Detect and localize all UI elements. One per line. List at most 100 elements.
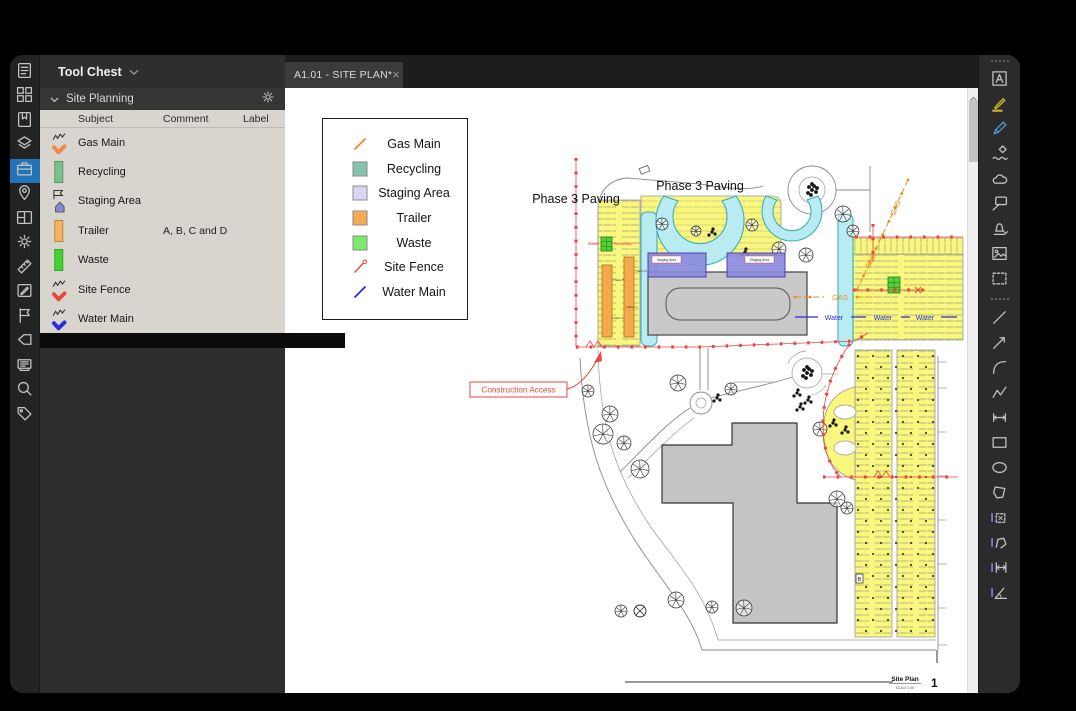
column-subject: Subject: [78, 113, 163, 125]
sidebar-item-tag[interactable]: [10, 407, 40, 424]
cloud-icon: [991, 170, 1008, 192]
legend-label: Trailer: [375, 211, 453, 225]
svg-text:GAS: GAS: [832, 293, 848, 302]
svg-text:Staging Area: Staging Area: [750, 258, 770, 262]
section-label: Site Planning: [66, 93, 254, 105]
legend-row-recycling: Recycling: [323, 157, 467, 182]
phase3-label-right[interactable]: Phase 3 Paving: [656, 179, 744, 193]
tool-stamp-button[interactable]: [988, 222, 1012, 239]
tab-site-plan[interactable]: A1.01 - SITE PLAN* ×: [285, 62, 403, 88]
legend-label: Staging Area: [375, 186, 453, 200]
sidebar-item-settings[interactable]: [10, 236, 40, 253]
svg-text:Water: Water: [874, 315, 893, 322]
tool-eraser-squiggle-button[interactable]: [988, 147, 1012, 164]
tool-measure-area-button[interactable]: [988, 511, 1012, 528]
tool-highlighter-button[interactable]: [988, 97, 1012, 114]
legend-row-site-fence: Site Fence: [323, 255, 467, 280]
tool-chest-icon: [16, 160, 33, 182]
sidebar-item-tag-back[interactable]: [10, 334, 40, 351]
legend-swatch: [345, 135, 375, 153]
tool-measure-perimeter-button[interactable]: [988, 536, 1012, 553]
svg-text:Site Plan: Site Plan: [891, 676, 918, 683]
tag-icon: [16, 405, 33, 427]
toolbar-handle[interactable]: [991, 60, 1009, 62]
gear-icon[interactable]: [261, 90, 275, 109]
panel-divider-band: [40, 333, 345, 348]
line-icon: [991, 309, 1008, 331]
legend-label: Recycling: [375, 162, 453, 176]
tool-measure-spacing-button[interactable]: [988, 561, 1012, 578]
tool-row-waste[interactable]: Waste: [40, 246, 285, 275]
sidebar-item-markup-editor[interactable]: [10, 285, 40, 302]
tool-row-site-fence[interactable]: Site Fence: [40, 275, 285, 304]
search-icon: [16, 380, 33, 402]
tool-subject: Water Main: [78, 313, 163, 325]
eraser-squiggle-icon: [991, 145, 1008, 167]
tool-arrow-button[interactable]: [988, 336, 1012, 353]
legend-swatch: [345, 184, 375, 202]
tool-row-water-main[interactable]: Water Main: [40, 304, 285, 333]
tool-measure-angle-button[interactable]: [988, 586, 1012, 603]
measure-angle-icon: [991, 584, 1008, 606]
tool-line-button[interactable]: [988, 311, 1012, 328]
tool-arc-button[interactable]: [988, 361, 1012, 378]
legend-label: Water Main: [375, 285, 453, 299]
tool-pen-button[interactable]: [988, 122, 1012, 139]
chevron-down-icon[interactable]: [129, 63, 139, 81]
measure-perimeter-icon: [991, 534, 1008, 556]
legend-label: Gas Main: [375, 137, 453, 151]
layers-icon: [16, 135, 33, 157]
chevron-down-icon[interactable]: [50, 90, 59, 108]
sidebar-item-pages[interactable]: [10, 64, 40, 81]
pen-icon: [991, 120, 1008, 142]
ellipse-icon: [991, 459, 1008, 481]
svg-text:Trailer A: Trailer A: [612, 316, 624, 320]
sidebar-item-flag[interactable]: [10, 309, 40, 326]
document-scrollbar[interactable]: [967, 88, 978, 693]
tool-text-box-button[interactable]: [988, 72, 1012, 89]
sidebar-item-layers[interactable]: [10, 138, 40, 155]
tool-dimension-button[interactable]: [988, 411, 1012, 428]
svg-text:Water: Water: [916, 315, 935, 322]
tool-cloud-button[interactable]: [988, 172, 1012, 189]
legend-swatch: [345, 234, 375, 252]
tool-list-header: Subject Comment Label: [40, 110, 285, 128]
sidebar-item-places[interactable]: [10, 187, 40, 204]
panel-header: Tool Chest: [40, 55, 285, 88]
tool-snapshot-button[interactable]: [988, 272, 1012, 289]
film-icon: [16, 356, 33, 378]
sidebar-item-bookmarks[interactable]: [10, 113, 40, 130]
tool-polyline-button[interactable]: [988, 386, 1012, 403]
bookmarks-icon: [16, 111, 33, 133]
legend-row-gas-main: Gas Main: [323, 132, 467, 157]
tool-rectangle-button[interactable]: [988, 436, 1012, 453]
pages-icon: [16, 62, 33, 84]
legend-box[interactable]: Gas MainRecyclingStaging AreaTrailerWast…: [322, 118, 468, 320]
stamp-icon: [991, 220, 1008, 242]
tool-polygon-button[interactable]: [988, 486, 1012, 503]
sidebar-item-measure[interactable]: [10, 260, 40, 277]
sidebar-item-tool-chest[interactable]: [10, 159, 40, 183]
utility-icon: [40, 277, 78, 303]
settings-icon: [16, 233, 33, 255]
svg-text:Trailer B: Trailer B: [613, 278, 625, 282]
tool-row-staging-area[interactable]: Staging Area: [40, 187, 285, 216]
tool-row-trailer[interactable]: TrailerA, B, C and D: [40, 216, 285, 245]
tool-callout-button[interactable]: [988, 197, 1012, 214]
tool-row-recycling[interactable]: Recycling: [40, 157, 285, 186]
sidebar-item-split-view[interactable]: [10, 211, 40, 228]
legend-swatch: [345, 209, 375, 227]
split-view-icon: [16, 209, 33, 231]
swatch-icon: [40, 218, 78, 244]
tool-row-gas-main[interactable]: Gas Main: [40, 128, 285, 157]
scrollbar-thumb[interactable]: [969, 100, 978, 162]
water-main-markup[interactable]: Water Water Water: [795, 315, 957, 322]
sidebar-item-film[interactable]: [10, 358, 40, 375]
close-icon[interactable]: ×: [392, 70, 400, 80]
sidebar-item-thumbnails[interactable]: [10, 89, 40, 106]
sidebar-item-search[interactable]: [10, 383, 40, 400]
phase3-label-left[interactable]: Phase 3 Paving: [532, 192, 620, 206]
tool-image-button[interactable]: [988, 247, 1012, 264]
tool-ellipse-button[interactable]: [988, 461, 1012, 478]
section-site-planning[interactable]: Site Planning: [40, 88, 285, 110]
